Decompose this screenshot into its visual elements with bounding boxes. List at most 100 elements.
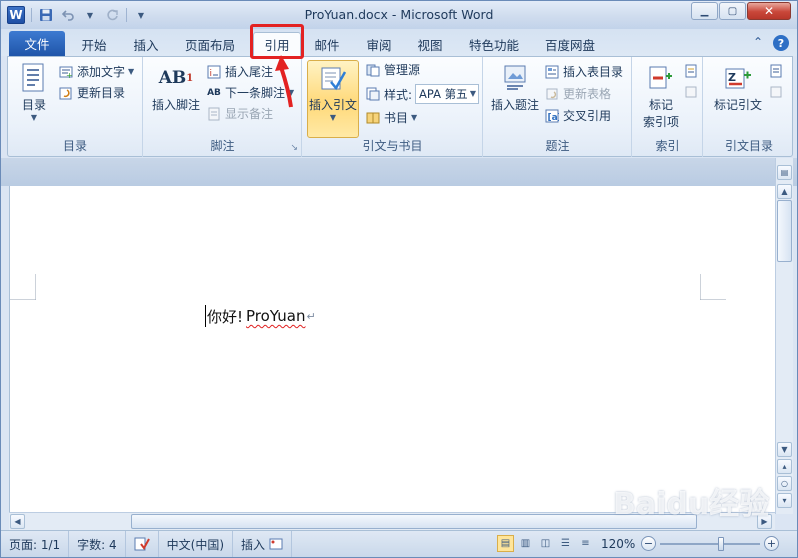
- footnotes-dialog-launcher-icon[interactable]: ↘: [290, 143, 298, 153]
- previous-page-icon[interactable]: ▴: [777, 459, 792, 474]
- group-label-toc: 目录: [62, 139, 87, 153]
- outline-view-icon[interactable]: ☰: [557, 535, 574, 552]
- page-count[interactable]: 页面: 1/1: [1, 531, 70, 557]
- group-citations: 插入引文 ▼ 管理源 样式: APA 第五 ▼ 书目 ▼ 引文与书目: [303, 57, 483, 157]
- mark-index-entry-button[interactable]: 标记 索引项: [639, 63, 683, 130]
- show-notes-button[interactable]: 显示备注: [206, 105, 273, 122]
- mark-citation-button[interactable]: Z 标记引文: [710, 63, 766, 113]
- show-notes-label: 显示备注: [225, 107, 274, 121]
- style-label: 样式:: [384, 87, 413, 102]
- mark-citation-label: 标记引文: [713, 98, 762, 112]
- svg-text:Z: Z: [728, 71, 736, 84]
- group-label-citations: 引文与书目: [362, 139, 423, 153]
- draft-view-icon[interactable]: ≡: [577, 535, 594, 552]
- insert-toa-icon: [768, 63, 784, 79]
- word-count[interactable]: 字数: 4: [69, 531, 126, 557]
- update-table-icon: [544, 86, 560, 102]
- update-table-label: 更新表格: [563, 87, 612, 101]
- mark-index-entry-line2: 索引项: [642, 115, 679, 129]
- add-text-button[interactable]: + 添加文字 ▼: [58, 63, 134, 80]
- web-layout-view-icon[interactable]: ◫: [537, 535, 554, 552]
- footnote-ab-glyph: AB: [158, 68, 187, 88]
- update-index-button[interactable]: [683, 84, 699, 100]
- cross-reference-button[interactable]: [a] 交叉引用: [544, 107, 611, 124]
- cross-reference-label: 交叉引用: [563, 109, 612, 123]
- tab-special-features[interactable]: 特色功能: [461, 32, 527, 56]
- update-toc-button[interactable]: 更新目录: [58, 84, 125, 101]
- zoom-track[interactable]: [660, 536, 760, 551]
- scroll-down-icon[interactable]: ▼: [777, 442, 792, 457]
- full-screen-reading-view-icon[interactable]: ▥: [517, 535, 534, 552]
- insert-index-button[interactable]: [683, 63, 699, 79]
- scroll-up-icon[interactable]: ▲: [777, 184, 792, 199]
- zoom-in-icon[interactable]: +: [764, 536, 779, 551]
- language-status[interactable]: 中文(中国): [159, 531, 234, 557]
- toc-label: 目录: [21, 98, 46, 112]
- window-controls: ▁ ▢ ✕: [691, 2, 791, 20]
- group-label-index: 索引: [655, 139, 680, 153]
- margin-corner-top-right: [700, 274, 726, 300]
- style-icon: [365, 86, 381, 102]
- svg-text:i: i: [210, 69, 213, 79]
- bibliography-label: 书目: [384, 111, 409, 125]
- minimize-ribbon-icon[interactable]: ⌃: [753, 35, 763, 51]
- print-layout-view-icon[interactable]: ▤: [497, 535, 514, 552]
- maximize-button[interactable]: ▢: [719, 2, 746, 20]
- paragraph-mark: ↵: [306, 309, 316, 323]
- document-page[interactable]: [9, 186, 775, 512]
- text-greeting: 你好!: [207, 307, 244, 326]
- document-text[interactable]: 你好! ProYuan ↵: [205, 305, 316, 327]
- citation-style-select[interactable]: APA 第五 ▼: [415, 84, 480, 104]
- tab-insert[interactable]: 插入: [123, 32, 169, 56]
- zoom-level[interactable]: 120%: [601, 537, 635, 551]
- insert-table-of-figures-button[interactable]: 插入表目录: [544, 63, 623, 80]
- vertical-scroll-thumb[interactable]: [777, 200, 792, 262]
- next-page-icon[interactable]: ▾: [777, 493, 792, 508]
- close-button[interactable]: ✕: [747, 2, 791, 20]
- insert-citation-button[interactable]: 插入引文 ▼: [309, 63, 357, 122]
- status-bar: 页面: 1/1 字数: 4 中文(中国) 插入 ▤ ▥ ◫ ☰ ≡ 120% −…: [1, 530, 797, 557]
- view-buttons: ▤ ▥ ◫ ☰ ≡: [497, 535, 594, 552]
- select-browse-object-icon[interactable]: ○: [777, 476, 792, 491]
- tab-review[interactable]: 审阅: [357, 32, 401, 56]
- citation-style-control: 样式: APA 第五 ▼: [365, 84, 480, 104]
- bibliography-button[interactable]: 书目 ▼: [365, 109, 417, 126]
- add-text-icon: +: [58, 64, 74, 80]
- bibliography-icon: [365, 110, 381, 126]
- proofing-icon[interactable]: [126, 531, 159, 557]
- insert-footnote-label: 插入脚注: [151, 98, 200, 112]
- manage-sources-button[interactable]: 管理源: [365, 61, 420, 78]
- insert-table-of-authorities-button[interactable]: [768, 63, 784, 79]
- insert-caption-button[interactable]: 插入题注: [488, 63, 542, 113]
- insert-endnote-button[interactable]: i 插入尾注: [206, 63, 273, 80]
- tab-file[interactable]: 文件: [9, 31, 65, 56]
- tab-baidu-netdisk[interactable]: 百度网盘: [537, 32, 603, 56]
- insert-endnote-label: 插入尾注: [225, 65, 274, 79]
- tab-view[interactable]: 视图: [408, 32, 452, 56]
- toc-dropdown-icon: ▼: [30, 113, 38, 122]
- word-window: W ▼ ▼ ProYuan.docx - Microsoft Word ▁ ▢ …: [0, 0, 798, 558]
- zoom-slider[interactable]: − +: [641, 536, 779, 551]
- margin-corner-top-left: [10, 274, 36, 300]
- baidu-watermark: Baidu经验: [613, 487, 770, 522]
- tab-home[interactable]: 开始: [71, 32, 117, 56]
- ribbon: 目录 ▼ + 添加文字 ▼ 更新目录 目录 AB 1 插入脚注 i 插入尾注 A…: [7, 56, 793, 157]
- minimize-button[interactable]: ▁: [691, 2, 718, 20]
- macro-record-icon[interactable]: [269, 538, 283, 550]
- ruler-toggle-icon[interactable]: ▤: [777, 165, 792, 180]
- group-table-of-authorities: Z 标记引文 引文目录: [704, 57, 794, 157]
- update-toa-button[interactable]: [768, 84, 784, 100]
- scroll-left-icon[interactable]: ◀: [10, 514, 25, 529]
- add-text-label: 添加文字: [77, 65, 126, 79]
- tab-mailings[interactable]: 邮件: [305, 32, 349, 56]
- zoom-thumb[interactable]: [718, 536, 724, 551]
- toc-button[interactable]: 目录 ▼: [14, 63, 54, 122]
- group-label-footnotes: 脚注: [210, 139, 235, 153]
- update-table-button[interactable]: 更新表格: [544, 85, 611, 102]
- zoom-out-icon[interactable]: −: [641, 536, 656, 551]
- insert-mode-status[interactable]: 插入: [233, 531, 293, 557]
- help-icon[interactable]: ?: [773, 35, 789, 51]
- tab-page-layout[interactable]: 页面布局: [177, 32, 243, 56]
- insert-footnote-button[interactable]: AB 1 插入脚注: [148, 63, 204, 113]
- vertical-scrollbar[interactable]: ▤ ▲ ▼ ▴ ○ ▾: [775, 158, 793, 514]
